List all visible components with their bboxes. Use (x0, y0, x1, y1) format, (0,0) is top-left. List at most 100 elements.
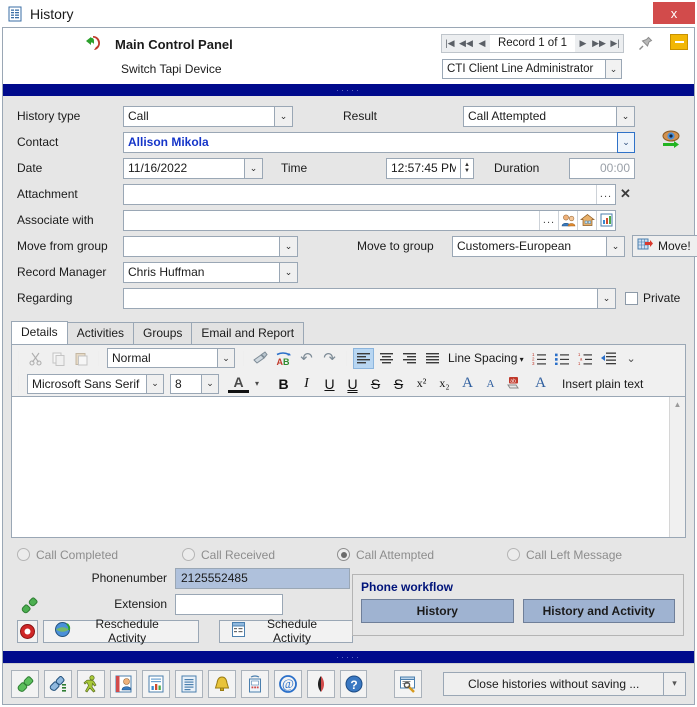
contacts-people-icon[interactable] (558, 210, 577, 230)
font-color-dropdown-icon[interactable]: ▾ (251, 373, 263, 394)
chevron-down-icon[interactable]: ⌄ (597, 287, 616, 309)
font-family-input[interactable] (27, 373, 146, 394)
superscript-icon[interactable]: x² (411, 373, 432, 394)
reschedule-activity-button[interactable]: Reschedule Activity (43, 617, 200, 645)
checkbox-box[interactable] (625, 291, 638, 305)
move-to-group-input[interactable] (452, 235, 606, 257)
double-underline-icon[interactable]: U (342, 373, 363, 394)
help-icon[interactable]: ? (339, 669, 368, 698)
subscript-icon[interactable]: x₂ (434, 373, 455, 394)
radio-call-left-message[interactable]: Call Left Message (507, 548, 622, 562)
move-from-group-select[interactable]: ⌄ (123, 235, 298, 257)
device-select-input[interactable] (442, 59, 605, 79)
bold-icon[interactable]: B (273, 373, 294, 394)
nav-next-page-button[interactable]: ▶▶ (591, 35, 607, 52)
attachment-input[interactable] (124, 184, 596, 204)
nav-last-button[interactable]: ▶| (607, 35, 623, 52)
phone-dial-icon[interactable] (43, 669, 72, 698)
fax-icon[interactable] (241, 669, 269, 698)
close-window-button[interactable]: x (653, 2, 695, 24)
align-justify-icon[interactable] (422, 348, 443, 369)
font-color-icon[interactable]: A (228, 374, 249, 394)
font-size-select[interactable]: ⌄ (170, 373, 219, 394)
eye-forward-icon[interactable] (660, 128, 682, 153)
move-from-group-input[interactable] (123, 235, 279, 257)
note-editor-canvas[interactable] (12, 397, 669, 537)
report-chart-icon[interactable] (596, 210, 615, 230)
chevron-down-icon[interactable]: ⌄ (279, 235, 298, 257)
paragraph-style-input[interactable] (107, 348, 217, 369)
nav-first-button[interactable]: |◀ (442, 35, 458, 52)
align-left-icon[interactable] (353, 347, 374, 369)
red-stop-icon[interactable] (17, 619, 39, 643)
align-right-icon[interactable] (399, 348, 420, 369)
radio-dot[interactable] (507, 548, 520, 562)
pushpin-icon[interactable] (637, 35, 654, 55)
toolbar-overflow-icon[interactable]: ⌄ (621, 348, 642, 369)
radio-call-received[interactable]: Call Received (182, 548, 337, 562)
indent-icon[interactable] (598, 348, 619, 369)
bell-icon[interactable] (208, 669, 237, 698)
shrink-font-icon[interactable]: A (480, 373, 501, 394)
double-strikethrough-icon[interactable]: S (388, 373, 409, 394)
email-icon[interactable]: @ (273, 669, 302, 698)
strikethrough-icon[interactable]: S (365, 373, 386, 394)
regarding-input[interactable] (123, 287, 597, 309)
report-icon[interactable] (142, 669, 171, 698)
underline-icon[interactable]: U (319, 373, 340, 394)
result-input[interactable] (463, 105, 616, 127)
workflow-history-button[interactable]: History (361, 598, 514, 623)
bullet-list-icon[interactable] (552, 348, 573, 369)
format-painter-icon[interactable] (250, 348, 271, 369)
font-size-input[interactable] (170, 373, 201, 394)
clear-format-icon[interactable]: A (530, 373, 551, 394)
radio-dot[interactable] (337, 548, 350, 562)
note-editor[interactable]: ▲ (11, 396, 686, 538)
radio-dot[interactable] (182, 548, 195, 562)
paste-icon[interactable] (71, 348, 92, 369)
date-input[interactable] (123, 157, 244, 179)
record-manager-input[interactable] (123, 261, 279, 283)
tab-details[interactable]: Details (11, 321, 68, 345)
associate-browse-button[interactable]: ... (539, 210, 558, 230)
cut-icon[interactable] (25, 348, 46, 369)
nav-prev-page-button[interactable]: ◀◀ (458, 35, 474, 52)
tab-groups[interactable]: Groups (133, 322, 193, 345)
date-picker[interactable]: ⌄ (123, 157, 263, 179)
device-select[interactable]: ⌄ (442, 59, 622, 79)
result-select[interactable]: ⌄ (463, 105, 635, 127)
spellcheck-icon[interactable]: A B (273, 348, 294, 369)
nav-prev-button[interactable]: ◀ (474, 35, 490, 52)
close-action-label[interactable]: Close histories without saving ... (443, 671, 664, 696)
company-house-icon[interactable] (577, 210, 596, 230)
private-checkbox[interactable]: Private (625, 291, 680, 305)
chevron-down-icon[interactable]: ⌄ (616, 105, 635, 127)
attachment-clear-button[interactable]: ✕ (616, 184, 635, 205)
regarding-select[interactable]: ⌄ (123, 287, 616, 309)
radio-call-completed[interactable]: Call Completed (17, 548, 182, 562)
radio-call-attempted[interactable]: Call Attempted (337, 548, 507, 562)
close-action-select[interactable]: Close histories without saving ... ▾ (443, 671, 686, 696)
document-icon[interactable] (175, 669, 204, 698)
undo-icon[interactable]: ↶ (296, 348, 317, 369)
chevron-down-icon[interactable]: ⌄ (146, 373, 164, 394)
time-input[interactable] (386, 157, 460, 179)
chevron-down-icon[interactable]: ▾ (664, 671, 686, 696)
contact-select[interactable]: ⌄ (123, 131, 635, 153)
chevron-down-icon[interactable]: ⌄ (617, 131, 635, 153)
grow-font-icon[interactable]: A (457, 373, 478, 394)
redo-icon[interactable]: ↷ (319, 348, 340, 369)
radio-dot[interactable] (17, 548, 30, 562)
tab-activities[interactable]: Activities (66, 322, 135, 345)
history-type-select[interactable]: ⌄ (123, 105, 293, 127)
person-walking-icon[interactable] (76, 669, 105, 698)
move-button[interactable]: Move! (632, 235, 697, 258)
paragraph-style-select[interactable]: ⌄ (107, 348, 235, 369)
numbered-list-icon[interactable]: 123 (529, 348, 550, 369)
time-spin-buttons[interactable]: ▲ ▼ (460, 157, 474, 179)
chevron-down-icon[interactable]: ⌄ (217, 348, 235, 369)
font-family-select[interactable]: ⌄ (27, 373, 164, 394)
history-type-input[interactable] (123, 105, 274, 127)
nav-next-button[interactable]: ▶ (575, 35, 591, 52)
tab-email-and-report[interactable]: Email and Report (191, 322, 305, 345)
